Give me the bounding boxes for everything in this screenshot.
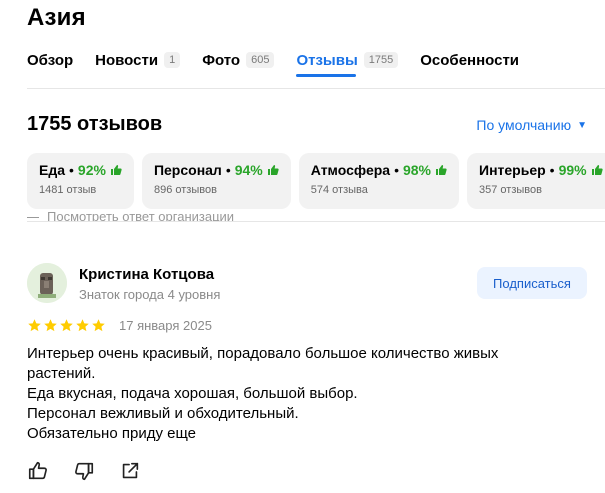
review-divider xyxy=(27,221,605,222)
thumb-up-icon xyxy=(591,165,603,175)
sort-dropdown[interactable]: По умолчанию ▼ xyxy=(476,117,587,133)
thumb-up-icon xyxy=(110,165,122,175)
place-title: Азия xyxy=(27,4,86,31)
review-text-line: Еда вкусная, подача хорошая, большой выб… xyxy=(27,385,358,402)
tab-overview[interactable]: Обзор xyxy=(27,50,73,70)
chip-percent: 94% xyxy=(234,162,263,178)
review-rating xyxy=(27,318,106,333)
tab-count: 1755 xyxy=(363,52,399,68)
thumb-up-icon xyxy=(436,165,447,175)
chip-dot: • xyxy=(69,162,74,178)
tab-label: Новости xyxy=(95,51,159,69)
dislike-icon[interactable] xyxy=(73,460,95,482)
tab-label: Обзор xyxy=(27,51,74,69)
chip-count: 896 отзывов xyxy=(153,184,217,196)
star-icon xyxy=(76,319,89,332)
tab-features[interactable]: Особенности xyxy=(420,50,519,70)
tab-label: Фото xyxy=(202,51,241,69)
review-text-line: Персонал вежливый и обходительный. xyxy=(27,405,299,422)
like-icon[interactable] xyxy=(27,460,49,482)
category-chip-food[interactable]: Еда • 92% 1481 отзыв xyxy=(27,153,134,209)
reviews-count: 1755 отзывов xyxy=(27,113,163,135)
category-chip-interior[interactable]: Интерьер • 99% 357 отзывов xyxy=(467,153,605,209)
chip-dot: • xyxy=(225,162,231,178)
chip-count: 357 отзывов xyxy=(479,184,542,196)
chip-dot: • xyxy=(549,162,555,178)
tab-photos[interactable]: Фото 605 xyxy=(202,50,275,70)
tab-label: Особенности xyxy=(420,51,520,69)
star-icon xyxy=(28,319,41,332)
chip-name: Еда xyxy=(39,162,66,178)
share-icon[interactable] xyxy=(119,460,141,482)
subscribe-button[interactable]: Подписаться xyxy=(477,267,587,299)
review-text-line: Обязательно приду еще xyxy=(27,425,196,442)
star-icon xyxy=(92,319,105,332)
tab-reviews[interactable]: Отзывы 1755 xyxy=(296,50,399,77)
tab-count: 605 xyxy=(246,52,275,68)
caret-down-icon: ▼ xyxy=(577,119,587,131)
tabs-divider xyxy=(27,88,605,89)
previous-reply-link[interactable]: Посмотреть ответ организации xyxy=(27,209,234,221)
chip-count: 1481 отзыв xyxy=(39,184,97,196)
chip-percent: 99% xyxy=(558,162,587,178)
category-chip-atmosphere[interactable]: Атмосфера • 98% 574 отзыва xyxy=(298,153,459,209)
sort-label: По умолчанию xyxy=(476,117,572,133)
chip-name: Интерьер xyxy=(479,162,546,178)
thumb-up-icon xyxy=(267,165,279,175)
category-chip-staff[interactable]: Персонал • 94% 896 отзывов xyxy=(141,153,291,209)
tab-bar: Обзор Новости 1 Фото 605 Отзывы 1755 Особен… xyxy=(27,50,541,80)
star-icon xyxy=(60,319,73,332)
chip-percent: 92% xyxy=(77,162,106,178)
review-text: Интерьер очень красивый, порадовало боль… xyxy=(27,344,547,444)
avatar-statue-icon xyxy=(27,263,67,303)
chip-name: Атмосфера xyxy=(310,162,391,178)
tab-count: 1 xyxy=(164,52,181,68)
review-actions xyxy=(27,460,141,482)
tab-label: Отзывы xyxy=(296,51,358,69)
category-chips: Еда • 92% 1481 отзыв Персонал • 94% 896 отзы… xyxy=(27,153,605,209)
review-author-name[interactable]: Кристина Котцова xyxy=(79,266,214,283)
chip-dot: • xyxy=(394,162,399,178)
chip-count: 574 отзыва xyxy=(310,184,368,196)
reply-dash xyxy=(27,217,39,219)
avatar[interactable] xyxy=(27,263,67,303)
reply-link-label: Посмотреть ответ организации xyxy=(47,209,235,221)
review-author-level: Знаток города 4 уровня xyxy=(79,287,221,302)
chip-percent: 98% xyxy=(402,162,431,178)
tab-news[interactable]: Новости 1 xyxy=(95,50,181,70)
chip-name: Персонал xyxy=(153,162,222,178)
star-icon xyxy=(44,319,57,332)
review-text-line: Интерьер очень красивый, порадовало боль… xyxy=(27,345,499,382)
review-date: 17 января 2025 xyxy=(119,318,212,333)
